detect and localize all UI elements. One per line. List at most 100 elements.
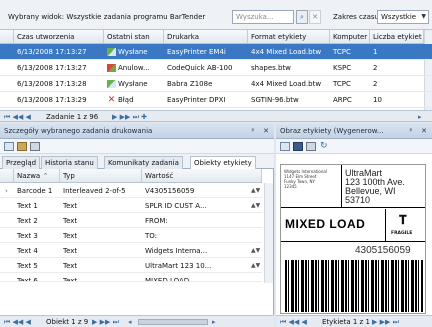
job-status-text: Anulow... [118, 64, 150, 72]
pin-icon[interactable]: ᵖ [406, 126, 416, 136]
value-spin-icon[interactable]: ▲▼ [248, 183, 260, 198]
label-image-title-text: Obraz etykiety (Wygenerow... [280, 127, 384, 135]
first-prev-page-buttons[interactable]: ⏮ ◀◀ ◀ [4, 318, 31, 327]
divider [341, 165, 342, 207]
object-row[interactable]: Text 5 Text UltraMart 123 10... ▲▼ [0, 258, 262, 273]
job-computer: ARPC [333, 96, 352, 104]
column-header-type[interactable]: Typ [60, 169, 142, 183]
object-name: Barcode 1 [17, 187, 53, 195]
object-name: Text 4 [17, 247, 38, 255]
object-row[interactable]: Text 4 Text Widgets Interna... ▲▼ [0, 243, 262, 258]
current-row-icon: › [5, 187, 8, 195]
tab-label-objects[interactable]: Obiekty etykiety [190, 156, 256, 170]
label-objects-grid: Nazwa ⌃ Typ Wartość › Barcode 1 Interlea… [0, 169, 274, 315]
job-count: 10 [373, 96, 382, 104]
object-name: Text 5 [17, 262, 38, 270]
preview-toolbar: ↻ [276, 139, 432, 154]
row-indicator-header [0, 30, 14, 44]
object-row[interactable]: › Barcode 1 Interleaved 2-of-5 V43051560… [0, 183, 262, 198]
column-header-created[interactable]: Czas utworzenia [14, 30, 104, 44]
column-header-status[interactable]: Ostatni stan [104, 30, 164, 44]
object-type: Text [63, 232, 78, 240]
copy-icon[interactable] [4, 142, 14, 151]
value-spin-icon[interactable]: ▲▼ [248, 243, 260, 258]
copy-icon[interactable] [280, 142, 290, 151]
job-time: 6/13/2008 17:13:29 [17, 96, 87, 104]
time-range-value: Wszystkie [381, 13, 417, 21]
close-icon[interactable]: ✕ [419, 126, 429, 136]
job-status: Wysłane [104, 76, 164, 92]
column-header-label-count[interactable]: Liczba etykiet [370, 30, 424, 44]
objects-pager-text: Obiekt 1 z 9 [46, 318, 89, 326]
tab-status-history[interactable]: Historia stanu [41, 156, 98, 169]
next-last-page-buttons[interactable]: ▶ ▶▶ ⏭ [372, 318, 399, 327]
job-printer: EasyPrinter EM4i [167, 48, 226, 56]
column-header-printer[interactable]: Drukarka [164, 30, 248, 44]
objects-scrollbar[interactable] [264, 183, 273, 283]
scroll-right-icon[interactable]: ▸ [212, 318, 216, 326]
object-type: Text [63, 202, 78, 210]
job-details-title: Szczegóły wybranego zadania drukowania [0, 124, 274, 139]
print-icon[interactable] [30, 142, 40, 151]
fragile-text: FRAGILE [391, 231, 413, 236]
pin-icon[interactable]: ᵖ [248, 126, 258, 136]
job-time: 6/13/2008 17:13:27 [17, 48, 87, 56]
next-last-page-buttons[interactable]: ▶ ▶▶ ⏭ ✚ [112, 113, 147, 122]
sort-up-icon: ⌃ [42, 172, 49, 180]
object-name: Text 1 [17, 202, 38, 210]
divider [385, 209, 386, 241]
job-printer: CodeQuick AB-100 [167, 64, 233, 72]
scroll-left-icon[interactable]: ◂ [128, 318, 132, 326]
job-row[interactable]: 6/13/2008 17:13:28 Wysłane Babra Z108e 4… [0, 76, 432, 92]
filter-bar: Wybrany widok: Wszystkie zadania program… [0, 0, 432, 30]
properties-icon[interactable] [17, 142, 27, 151]
horizontal-scrollbar[interactable] [138, 319, 208, 325]
object-type: Text [63, 262, 78, 270]
tab-overview[interactable]: Przegląd [2, 156, 41, 169]
job-format: 4x4 Mixed Load.btw [251, 48, 322, 56]
object-row[interactable]: Text 2 Text FROM: [0, 213, 262, 228]
save-icon[interactable] [293, 142, 303, 151]
column-header-computer[interactable]: Komputer [330, 30, 370, 44]
refresh-icon[interactable]: ↻ [320, 141, 328, 151]
job-details-title-text: Szczegóły wybranego zadania drukowania [4, 127, 153, 135]
mixed-load-text: MIXED LOAD [285, 217, 366, 231]
job-computer: TCPC [333, 80, 351, 88]
object-row[interactable]: Text 1 Text SPLR ID CUST A... ▲▼ [0, 198, 262, 213]
object-row[interactable]: Text 3 Text TO: [0, 228, 262, 243]
column-header-value[interactable]: Wartość [142, 169, 262, 183]
value-spin-icon[interactable]: ▲▼ [248, 198, 260, 213]
close-icon[interactable]: ✕ [261, 126, 271, 136]
barcode-caption [285, 247, 341, 257]
job-details-panel: Szczegóły wybranego zadania drukowania ᵖ… [0, 124, 274, 327]
objects-pager: ⏮ ◀◀ ◀ Obiekt 1 z 9 ▶ ▶▶ ⏭ ◂ ▸ [0, 315, 274, 327]
from-address: Widgets International 1147 Elm Street Fu… [284, 169, 327, 189]
job-computer: KSPC [333, 64, 352, 72]
search-input[interactable]: Wyszuka... [232, 10, 294, 24]
search-button[interactable]: ⌕ [296, 10, 308, 24]
to-zip: 53710 [345, 195, 371, 205]
job-row[interactable]: 6/13/2008 17:13:27 Wysłane EasyPrinter E… [0, 44, 432, 60]
divider [281, 207, 425, 208]
object-value: MIXED LOAD [145, 277, 190, 282]
first-prev-page-buttons[interactable]: ⏮ ◀◀ ◀ [4, 113, 31, 122]
job-row[interactable]: 6/13/2008 17:13:27 Anulow... CodeQuick A… [0, 60, 432, 76]
object-row[interactable]: Text 6 Text MIXED LOAD [0, 273, 262, 282]
column-header-name[interactable]: Nazwa ⌃ [14, 169, 60, 183]
tab-job-messages[interactable]: Komunikaty zadania [104, 156, 183, 169]
job-status-text: Wysłane [118, 48, 148, 56]
clear-search-button[interactable]: ✕ [309, 10, 321, 24]
value-spin-icon[interactable]: ▲▼ [248, 258, 260, 273]
jobs-pager: ⏮ ◀◀ ◀ Zadanie 1 z 96 ▶ ▶▶ ⏭ ✚ ▸ [0, 110, 432, 122]
column-header-format[interactable]: Format etykiety [248, 30, 330, 44]
print-icon[interactable] [306, 142, 316, 151]
next-last-page-buttons[interactable]: ▶ ▶▶ ⏭ [92, 318, 119, 327]
job-printer: EasyPrinter DPXI [167, 96, 226, 104]
object-value: FROM: [145, 217, 168, 225]
first-prev-page-buttons[interactable]: ⏮ ◀◀ ◀ [280, 318, 307, 327]
scroll-right-icon[interactable]: ▸ [418, 113, 422, 121]
job-row[interactable]: 6/13/2008 17:13:29 ✕ Błąd EasyPrinter DPX… [0, 92, 432, 108]
job-count: 1 [373, 48, 378, 56]
job-count: 2 [373, 80, 378, 88]
time-range-select[interactable]: Wszystkie ▼ [377, 10, 429, 24]
